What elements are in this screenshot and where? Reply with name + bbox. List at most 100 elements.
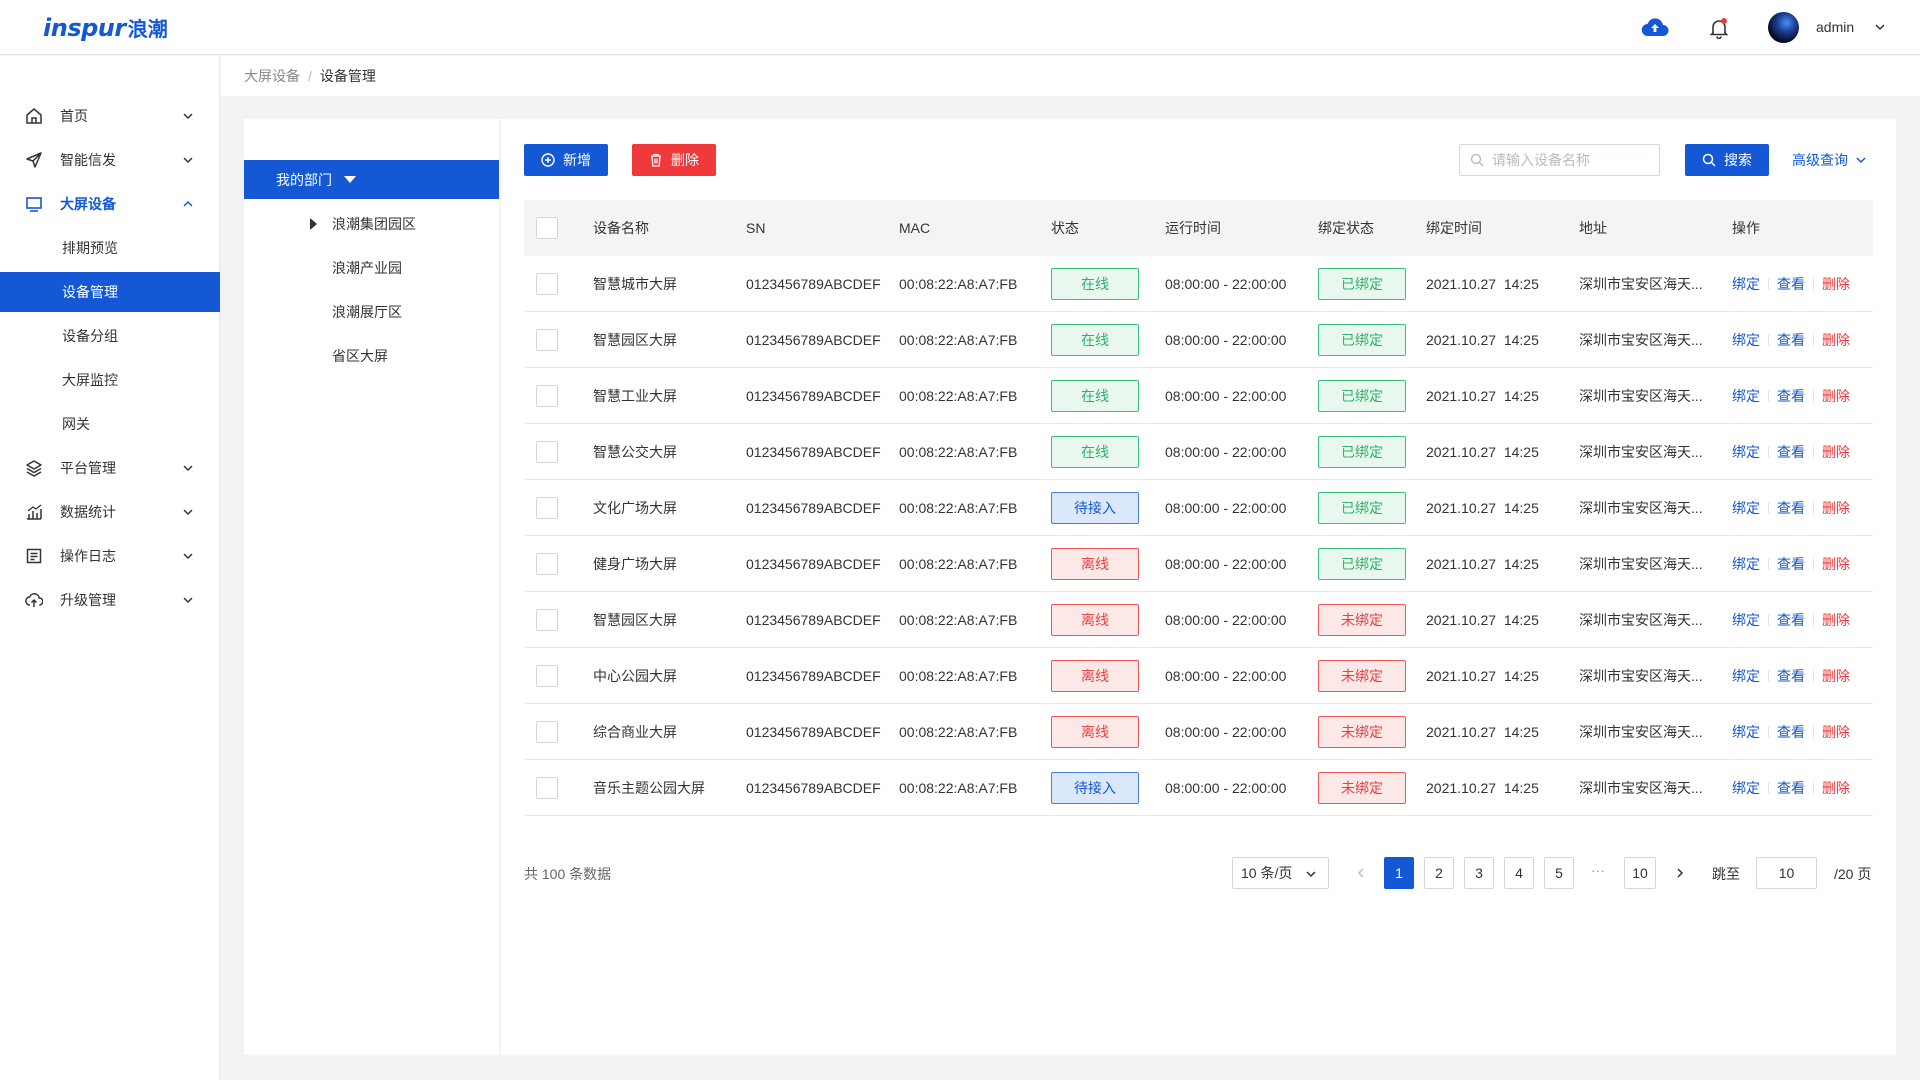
delete-link[interactable]: 删除 [1822, 554, 1850, 574]
page-button-5[interactable]: 5 [1544, 857, 1574, 889]
breadcrumb-parent[interactable]: 大屏设备 [244, 66, 300, 86]
cell-actions: 绑定 查看 删除 [1732, 592, 1850, 648]
notification-bell-icon[interactable] [1709, 17, 1729, 39]
prev-page-icon[interactable] [1354, 865, 1368, 881]
status-badge: 在线 [1051, 268, 1139, 300]
bind-link[interactable]: 绑定 [1732, 666, 1760, 686]
cell-sn: 0123456789ABCDEF [746, 500, 881, 516]
next-page-icon[interactable] [1673, 865, 1687, 881]
view-link[interactable]: 查看 [1777, 330, 1805, 350]
row-checkbox[interactable] [536, 665, 558, 687]
sidebar-item-upgrade-management[interactable]: 升级管理 [0, 578, 220, 622]
cell-bind-status: 已绑定 [1318, 480, 1406, 536]
column-header-name: 设备名称 [593, 220, 649, 236]
page-size-select[interactable]: 10 条/页 [1232, 857, 1329, 889]
tree-node[interactable]: 浪潮展厅区 [244, 294, 499, 330]
row-checkbox[interactable] [536, 721, 558, 743]
tree-node[interactable]: 省区大屏 [244, 338, 499, 374]
cell-device-name: 中心公园大屏 [593, 668, 677, 684]
view-link[interactable]: 查看 [1777, 442, 1805, 462]
bind-link[interactable]: 绑定 [1732, 274, 1760, 294]
sidebar-subitem-device-management[interactable]: 设备管理 [0, 272, 220, 312]
action-divider [1813, 614, 1814, 626]
search-button[interactable]: 搜索 [1685, 144, 1769, 176]
view-link[interactable]: 查看 [1777, 610, 1805, 630]
cell-actions: 绑定 查看 删除 [1732, 368, 1850, 424]
view-link[interactable]: 查看 [1777, 666, 1805, 686]
page-button-2[interactable]: 2 [1424, 857, 1454, 889]
bind-link[interactable]: 绑定 [1732, 498, 1760, 518]
delete-link[interactable]: 删除 [1822, 386, 1850, 406]
delete-link[interactable]: 删除 [1822, 722, 1850, 742]
cell-sn: 0123456789ABCDEF [746, 668, 881, 684]
sidebar-item-smart-publish[interactable]: 智能信发 [0, 138, 220, 182]
row-checkbox[interactable] [536, 329, 558, 351]
row-checkbox[interactable] [536, 553, 558, 575]
delete-button[interactable]: 删除 [632, 144, 716, 176]
cell-mac: 00:08:22:A8:A7:FB [899, 724, 1018, 740]
sidebar-subitem-device-group[interactable]: 设备分组 [0, 316, 220, 356]
view-link[interactable]: 查看 [1777, 498, 1805, 518]
tree-root-my-department[interactable]: 我的部门 [244, 160, 499, 199]
delete-link[interactable]: 删除 [1822, 778, 1850, 798]
action-divider [1813, 446, 1814, 458]
view-link[interactable]: 查看 [1777, 722, 1805, 742]
bind-status-badge: 已绑定 [1318, 380, 1406, 412]
delete-link[interactable]: 删除 [1822, 498, 1850, 518]
delete-link[interactable]: 删除 [1822, 442, 1850, 462]
page-button-1[interactable]: 1 [1384, 857, 1414, 889]
cell-device-name: 智慧公交大屏 [593, 444, 677, 460]
page-button-4[interactable]: 4 [1504, 857, 1534, 889]
row-checkbox[interactable] [536, 385, 558, 407]
view-link[interactable]: 查看 [1777, 386, 1805, 406]
view-link[interactable]: 查看 [1777, 778, 1805, 798]
row-checkbox[interactable] [536, 497, 558, 519]
tree-node[interactable]: 浪潮产业园 [244, 250, 499, 286]
user-avatar[interactable] [1768, 12, 1799, 43]
page-ellipsis[interactable]: ··· [1591, 862, 1605, 878]
jump-to-page-input[interactable] [1756, 857, 1817, 889]
cloud-upload-icon[interactable] [1641, 16, 1669, 38]
row-checkbox[interactable] [536, 777, 558, 799]
action-divider [1813, 726, 1814, 738]
select-all-checkbox[interactable] [536, 217, 558, 239]
chevron-down-icon[interactable] [1874, 22, 1886, 32]
row-checkbox[interactable] [536, 609, 558, 631]
inspur-logo[interactable]: inspur 浪潮 [43, 13, 168, 42]
monitor-icon [26, 197, 42, 212]
bind-link[interactable]: 绑定 [1732, 386, 1760, 406]
page-button-3[interactable]: 3 [1464, 857, 1494, 889]
sidebar-item-data-statistics[interactable]: 数据统计 [0, 490, 220, 534]
delete-link[interactable]: 删除 [1822, 666, 1850, 686]
bind-link[interactable]: 绑定 [1732, 778, 1760, 798]
row-checkbox[interactable] [536, 273, 558, 295]
sidebar-subitem-gateway[interactable]: 网关 [0, 404, 220, 444]
tree-node[interactable]: 浪潮集团园区 [244, 206, 499, 242]
add-button[interactable]: 新增 [524, 144, 608, 176]
caret-right-icon[interactable] [310, 218, 317, 230]
sidebar-item-home[interactable]: 首页 [0, 94, 220, 138]
bind-link[interactable]: 绑定 [1732, 554, 1760, 574]
view-link[interactable]: 查看 [1777, 274, 1805, 294]
device-name-search-input[interactable] [1492, 152, 1652, 168]
advanced-query-toggle[interactable]: 高级查询 [1792, 150, 1866, 170]
bind-link[interactable]: 绑定 [1732, 722, 1760, 742]
delete-link[interactable]: 删除 [1822, 274, 1850, 294]
cell-sn: 0123456789ABCDEF [746, 612, 881, 628]
view-link[interactable]: 查看 [1777, 554, 1805, 574]
delete-link[interactable]: 删除 [1822, 610, 1850, 630]
sidebar-item-big-screen[interactable]: 大屏设备 [0, 182, 220, 226]
sidebar-subitem-screen-monitor[interactable]: 大屏监控 [0, 360, 220, 400]
sidebar-item-platform-management[interactable]: 平台管理 [0, 446, 220, 490]
delete-link[interactable]: 删除 [1822, 330, 1850, 350]
username[interactable]: admin [1816, 19, 1854, 35]
bind-link[interactable]: 绑定 [1732, 330, 1760, 350]
bind-link[interactable]: 绑定 [1732, 442, 1760, 462]
bind-link[interactable]: 绑定 [1732, 610, 1760, 630]
page-button-last[interactable]: 10 [1624, 857, 1656, 889]
sidebar-item-operation-log[interactable]: 操作日志 [0, 534, 220, 578]
sidebar-subitem-schedule-preview[interactable]: 排期预览 [0, 228, 220, 268]
row-checkbox[interactable] [536, 441, 558, 463]
status-badge: 离线 [1051, 604, 1139, 636]
column-header-actions: 操作 [1732, 220, 1760, 236]
